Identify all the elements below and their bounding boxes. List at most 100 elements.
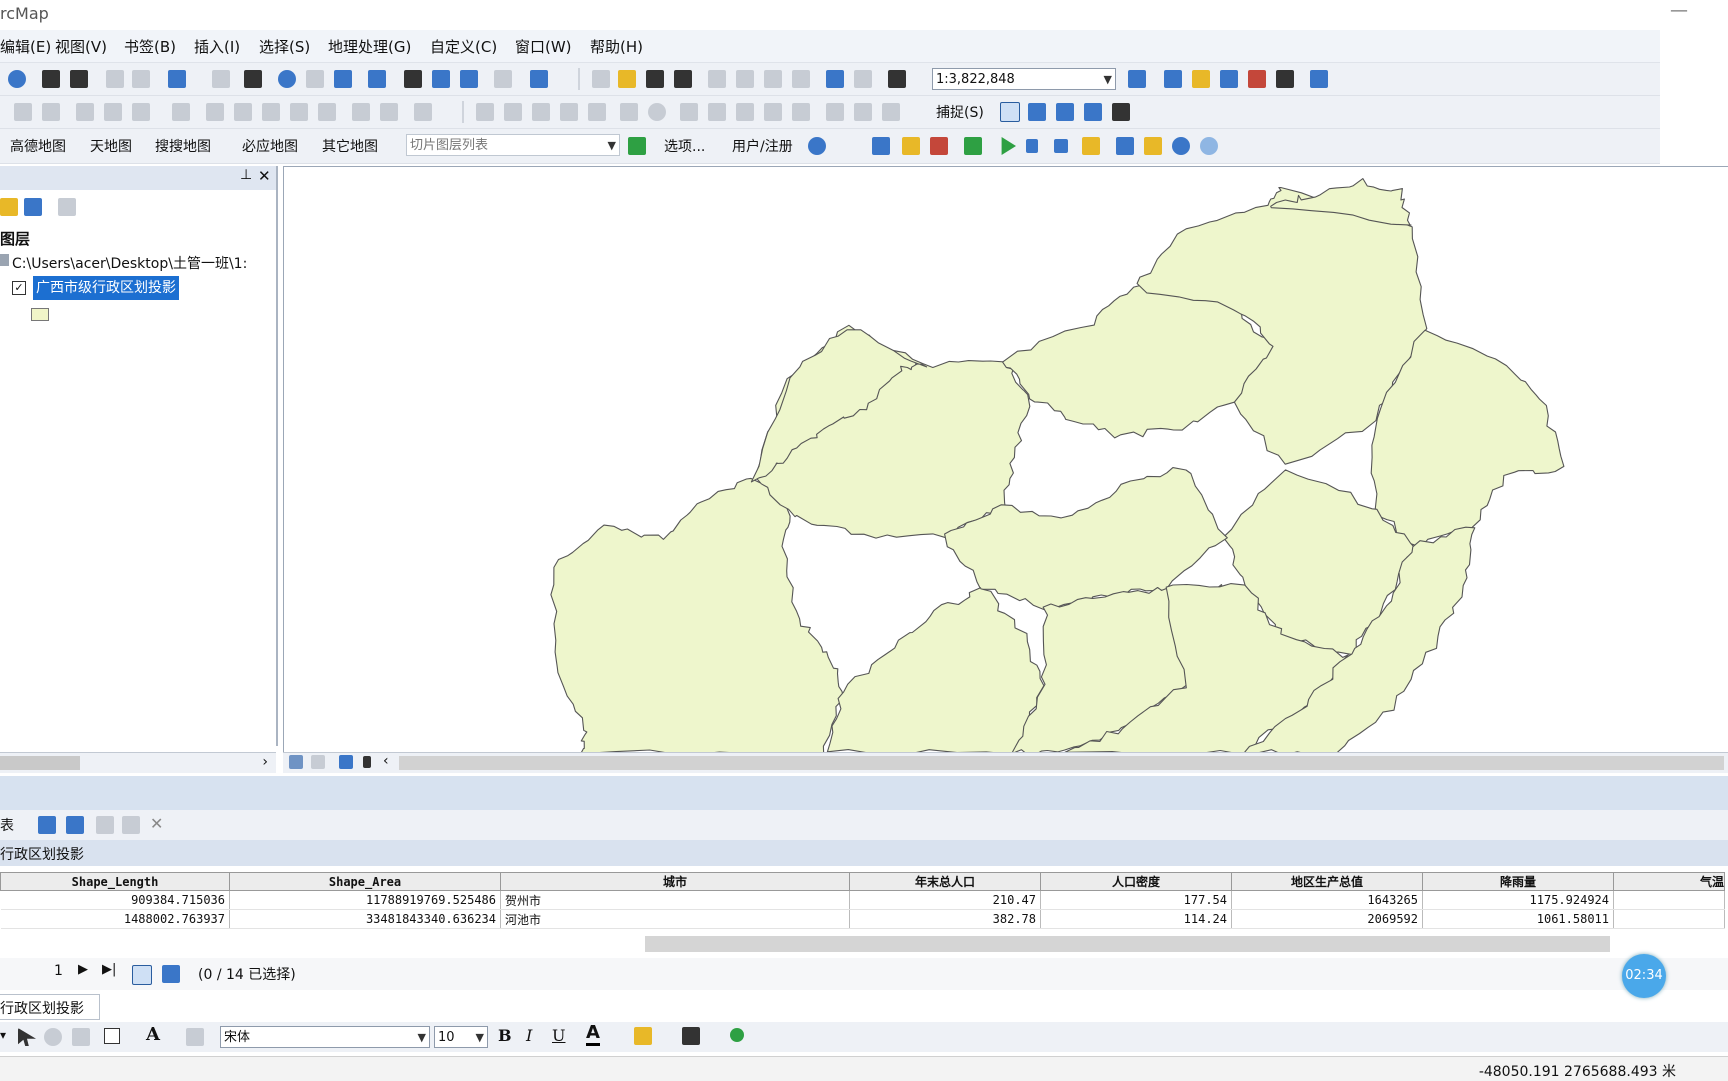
route-icon[interactable] bbox=[930, 137, 948, 155]
align-edge-icon[interactable] bbox=[560, 103, 578, 121]
table-cell[interactable]: 33481843340.636234 bbox=[229, 909, 501, 929]
forward-icon[interactable] bbox=[132, 70, 150, 88]
validate-topology-icon[interactable] bbox=[620, 103, 638, 121]
paste-icon[interactable] bbox=[764, 70, 782, 88]
user-register-button[interactable]: 用户/注册 bbox=[732, 136, 793, 156]
column-header[interactable]: 地区生产总值 bbox=[1231, 872, 1423, 891]
table-of-contents-icon[interactable] bbox=[1164, 70, 1182, 88]
font-name-combo[interactable]: 宋体 ▼ bbox=[220, 1026, 430, 1048]
open-folder-icon[interactable] bbox=[618, 70, 636, 88]
chevron-down-icon[interactable]: ▼ bbox=[608, 135, 616, 157]
basemap-sosomap[interactable]: 搜搜地图 bbox=[155, 136, 211, 156]
refresh-icon[interactable] bbox=[339, 755, 353, 769]
basemap-tianditu[interactable]: 天地图 bbox=[90, 136, 132, 156]
undo-icon[interactable] bbox=[826, 70, 844, 88]
table-cell[interactable]: 1061.58011 bbox=[1422, 909, 1614, 929]
attribute-table[interactable]: Shape_Length Shape_Area 城市 年末总人口 人口密度 地区… bbox=[0, 872, 1725, 929]
italic-button[interactable]: I bbox=[526, 1026, 532, 1045]
sketch-properties-icon[interactable] bbox=[380, 103, 398, 121]
table-horizontal-scrollbar[interactable] bbox=[645, 936, 1610, 952]
comment-icon[interactable] bbox=[1116, 137, 1134, 155]
edit-annotation-icon[interactable] bbox=[42, 103, 60, 121]
reshape-edge-icon[interactable] bbox=[532, 103, 550, 121]
select-by-attributes-icon[interactable] bbox=[38, 816, 56, 834]
table-cell[interactable]: 1488002.763937 bbox=[0, 909, 230, 929]
edit-edge-icon[interactable] bbox=[504, 103, 522, 121]
basemap-other[interactable]: 其它地图 bbox=[322, 136, 378, 156]
select-elements-icon[interactable] bbox=[18, 1028, 36, 1046]
tile-layer-list[interactable]: 切片图层列表 ▼ bbox=[406, 134, 620, 156]
editor-toolbar-icon[interactable] bbox=[1128, 70, 1146, 88]
column-header[interactable]: 气温 bbox=[1613, 872, 1725, 891]
table-layer-tab[interactable]: 行政区划投影 bbox=[0, 994, 100, 1020]
table-cell[interactable]: 1643265 bbox=[1231, 890, 1423, 910]
pause-icon[interactable] bbox=[1026, 139, 1038, 153]
table-row[interactable]: 1488002.763937 33481843340.636234 河池市 38… bbox=[0, 909, 1725, 929]
help-icon[interactable] bbox=[1172, 137, 1190, 155]
cut-polygon-icon[interactable] bbox=[262, 103, 280, 121]
fix-topology-icon[interactable] bbox=[826, 103, 844, 121]
split-icon[interactable] bbox=[290, 103, 308, 121]
layer-name[interactable]: 广西市级行政区划投影 bbox=[33, 276, 179, 300]
list-by-source-icon[interactable] bbox=[24, 198, 42, 216]
fix-errors-icon[interactable] bbox=[736, 103, 754, 121]
show-all-records-icon[interactable] bbox=[132, 965, 152, 985]
full-extent-icon[interactable] bbox=[42, 70, 60, 88]
undo-topology-icon[interactable] bbox=[882, 103, 900, 121]
straight-segment-icon[interactable] bbox=[76, 103, 94, 121]
find-route-icon[interactable] bbox=[432, 70, 450, 88]
map-view[interactable] bbox=[283, 166, 1728, 757]
column-header[interactable]: Shape_Area bbox=[229, 872, 501, 891]
table-cell[interactable]: 河池市 bbox=[500, 909, 850, 929]
attributes-icon[interactable] bbox=[352, 103, 370, 121]
snapping-dropdown[interactable]: 捕捉(S) bbox=[936, 102, 984, 122]
menu-geoprocessing[interactable]: 地理处理(G) bbox=[328, 36, 411, 57]
stop-icon[interactable] bbox=[1054, 139, 1068, 153]
menu-bookmarks[interactable]: 书签(B) bbox=[124, 36, 176, 57]
chevron-left-icon[interactable]: ‹ bbox=[383, 753, 389, 769]
line-color-icon[interactable] bbox=[682, 1027, 700, 1045]
catalog-icon[interactable] bbox=[1192, 70, 1210, 88]
list-by-drawing-order-icon[interactable] bbox=[0, 198, 18, 216]
time-slider-icon[interactable] bbox=[494, 70, 512, 88]
table-cell[interactable]: 贺州市 bbox=[500, 890, 850, 910]
about-icon[interactable] bbox=[1200, 137, 1218, 155]
hierarchy-icon[interactable] bbox=[902, 137, 920, 155]
underline-button[interactable]: U bbox=[552, 1026, 565, 1045]
map-scroll-track[interactable] bbox=[399, 756, 1724, 770]
table-cell[interactable]: 210.47 bbox=[849, 890, 1041, 910]
back-icon[interactable] bbox=[106, 70, 124, 88]
copy-icon[interactable] bbox=[736, 70, 754, 88]
end-snapping-icon[interactable] bbox=[1028, 103, 1046, 121]
scroll-thumb[interactable] bbox=[0, 756, 80, 770]
fill-color-icon[interactable] bbox=[634, 1027, 652, 1045]
edit-tool-icon[interactable] bbox=[14, 103, 32, 121]
clear-selection-icon[interactable] bbox=[96, 816, 114, 834]
planarize-icon[interactable] bbox=[708, 103, 726, 121]
chevron-down-icon[interactable]: ▼ bbox=[418, 1027, 426, 1049]
menu-windows[interactable]: 窗口(W) bbox=[515, 36, 572, 57]
edge-snapping-icon[interactable] bbox=[1084, 103, 1102, 121]
zoom-extent-icon[interactable] bbox=[70, 70, 88, 88]
topology-edit-icon[interactable] bbox=[476, 103, 494, 121]
save-icon[interactable] bbox=[646, 70, 664, 88]
table-options-dropdown[interactable]: 表 bbox=[0, 815, 14, 835]
table-cell[interactable]: 1175.924924 bbox=[1422, 890, 1614, 910]
marker-color-icon[interactable] bbox=[730, 1028, 744, 1042]
options-dropdown[interactable]: 选项... bbox=[664, 136, 705, 156]
chevron-down-icon[interactable]: ▼ bbox=[476, 1027, 484, 1049]
layout-view-icon[interactable] bbox=[311, 755, 325, 769]
add-point-icon[interactable] bbox=[628, 137, 646, 155]
zoom-to-selected-icon[interactable] bbox=[122, 816, 140, 834]
python-window-icon[interactable] bbox=[1276, 70, 1294, 88]
menu-customize[interactable]: 自定义(C) bbox=[430, 36, 497, 57]
cut-icon[interactable] bbox=[708, 70, 726, 88]
close-icon[interactable]: ✕ bbox=[258, 167, 271, 185]
menu-help[interactable]: 帮助(H) bbox=[590, 36, 643, 57]
menu-view[interactable]: 视图(V) bbox=[55, 36, 107, 57]
bold-button[interactable]: B bbox=[498, 1026, 512, 1045]
select-elements-icon[interactable] bbox=[244, 70, 262, 88]
table-cell[interactable]: 909384.715036 bbox=[0, 890, 230, 910]
map-region-polygon[interactable] bbox=[550, 477, 844, 757]
current-record[interactable]: 1 bbox=[54, 963, 63, 979]
